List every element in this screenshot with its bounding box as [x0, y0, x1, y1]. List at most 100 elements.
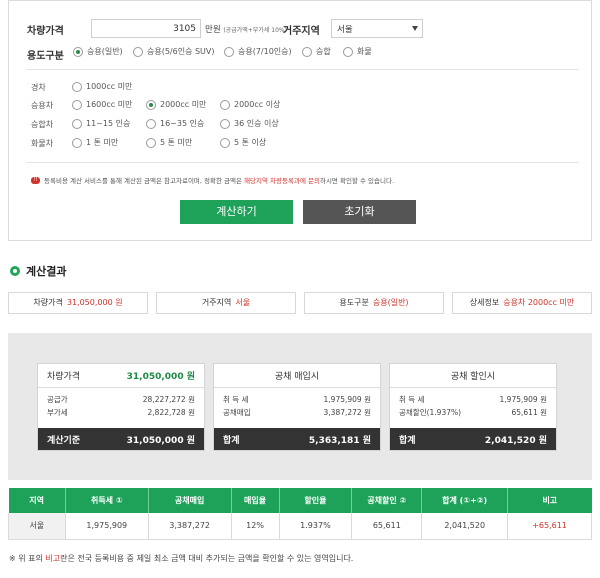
card-head-label: 공채 할인시	[450, 372, 496, 382]
card-head: 공채 할인시	[390, 364, 556, 388]
reset-button[interactable]: 초기화	[303, 200, 416, 224]
ring-icon	[10, 266, 20, 276]
radio-option[interactable]: 1 톤 미만	[72, 137, 118, 148]
result-cards-panel: 차량가격 31,050,000 원 공급가 28,227,272 원 부가세 2,8…	[8, 333, 592, 480]
summary-label: 거주지역	[201, 298, 232, 307]
radio-label: 2000cc 미만	[160, 100, 207, 109]
price-unit: 만원 (공급가액+부가세 10%)	[205, 23, 287, 35]
card-vehicle-price: 차량가격 31,050,000 원 공급가 28,227,272 원 부가세 2,8…	[37, 363, 205, 451]
card-head: 차량가격 31,050,000 원	[38, 364, 204, 388]
footnote-text-b: 란은 전국 등록비용 중 제일 최소 금액 대비 추가되는 금액을 확인할 수 …	[60, 554, 354, 563]
card-row: 공채할인(1.937%) 65,611 원	[390, 406, 556, 419]
card-foot: 합계 5,363,181 원	[214, 428, 380, 450]
calculate-button[interactable]: 계산하기	[180, 200, 293, 224]
radio-option[interactable]: 5 톤 이상	[220, 137, 266, 148]
region-select[interactable]: 서울	[331, 19, 423, 38]
summary-value: 승용(일반)	[372, 298, 409, 307]
table-cell: 2,041,520	[421, 513, 508, 540]
radio-option[interactable]: 16~35 인승	[146, 118, 204, 129]
row-value: 3,387,272 원	[323, 408, 371, 417]
notice-badge-icon: !!	[31, 176, 40, 184]
table-cell: 12%	[230, 513, 279, 540]
radio-label: 11~15 인승	[86, 119, 131, 128]
radio-label: 1600cc 미만	[86, 100, 133, 109]
table-cell: +65,611	[507, 513, 592, 540]
foot-value: 5,363,181 원	[308, 435, 371, 446]
foot-label: 합계	[399, 435, 416, 446]
radio-circle-icon	[133, 46, 143, 57]
radio-label: 5 톤 이상	[234, 138, 267, 147]
summary-detail: 상세정보 승용차 2000cc 미만	[452, 292, 592, 314]
price-input[interactable]	[91, 19, 201, 38]
radio-circle-icon	[146, 118, 156, 129]
card-head-value: 31,050,000 원	[126, 372, 195, 382]
region-value: 서울	[337, 25, 353, 35]
table-row: 서울 1,975,909 3,387,272 12% 1.937% 65,611 2,041…	[8, 513, 592, 540]
radio-option[interactable]: 2000cc 미만	[146, 99, 206, 110]
footnote: ※ 위 표의 비고란은 전국 등록비용 중 제일 최소 금액 대비 추가되는 금…	[9, 553, 353, 564]
usage-label: 용도구분	[27, 51, 64, 62]
radio-label: 16~35 인승	[160, 119, 205, 128]
sub-group-label: 화물차	[31, 139, 54, 148]
card-head-label: 공채 매입시	[274, 372, 320, 382]
table-header-cell: 취득세 ①	[64, 488, 149, 513]
radio-circle-icon	[302, 46, 312, 57]
radio-circle-icon	[146, 137, 156, 148]
table-header-cell: 지역	[8, 488, 66, 513]
radio-option[interactable]: 36 인승 이상	[220, 118, 279, 129]
radio-option[interactable]: 5 톤 미만	[146, 137, 192, 148]
region-label: 거주지역	[283, 26, 320, 37]
summary-value: 31,050,000 원	[66, 298, 123, 307]
card-bond-discount: 공채 할인시 취 득 세 1,975,909 원 공채할인(1.937%) 65,6…	[389, 363, 557, 451]
notice-text-a: 등록비용 계산 서비스를 통해 계산된 금액은 참고자료이며, 정확한 금액은	[44, 177, 245, 185]
card-row: 공채매입 3,387,272 원	[214, 406, 380, 419]
table-header-cell: 공채매입	[147, 488, 232, 513]
card-body: 공급가 28,227,272 원 부가세 2,822,728 원	[38, 388, 204, 430]
radio-label: 1 톤 미만	[86, 138, 119, 147]
radio-label: 승합	[316, 47, 331, 56]
radio-label: 2000cc 이상	[234, 100, 281, 109]
radio-option[interactable]: 1600cc 미만	[72, 99, 132, 110]
table-cell: 3,387,272	[147, 513, 232, 540]
price-region-row: 차량가격 만원 (공급가액+부가세 10%) 거주지역 서울	[27, 19, 587, 39]
radio-option[interactable]: 화물	[343, 46, 372, 57]
card-head: 공채 매입시	[214, 364, 380, 388]
summary-value: 승용차 2000cc 미만	[503, 298, 575, 307]
radio-option[interactable]: 2000cc 이상	[220, 99, 280, 110]
foot-value: 31,050,000 원	[126, 435, 195, 446]
notice: !! 등록비용 계산 서비스를 통해 계산된 금액은 참고자료이며, 정확한 금…	[31, 175, 394, 185]
card-foot: 계산기준 31,050,000 원	[38, 428, 204, 450]
radio-option[interactable]: 11~15 인승	[72, 118, 130, 129]
foot-label: 합계	[223, 435, 240, 446]
table-header-row: 지역 취득세 ① 공채매입 매입율 할인율 공채할인 ② 합계 (①+②) 비고	[8, 488, 592, 513]
summary-usage: 용도구분 승용(일반)	[304, 292, 444, 314]
radio-label: 승용(7/10인승)	[238, 47, 292, 56]
footnote-text-a: ※ 위 표의	[9, 554, 46, 563]
radio-circle-icon	[146, 99, 156, 110]
price-label: 차량가격	[27, 26, 64, 37]
radio-option[interactable]: 승용(일반)	[73, 46, 123, 57]
radio-option[interactable]: 승용(7/10인승)	[224, 46, 292, 57]
summary-label: 용도구분	[339, 298, 369, 307]
notice-link[interactable]: 해당지역 차량등록과에 문의	[244, 177, 320, 185]
radio-option[interactable]: 1000cc 미만	[72, 81, 132, 92]
summary-region: 거주지역 서울	[156, 292, 296, 314]
calculator-form: 차량가격 만원 (공급가액+부가세 10%) 거주지역 서울 용도구분 승용(일…	[8, 0, 592, 241]
summary-price: 차량가격 31,050,000 원	[8, 292, 148, 314]
radio-option[interactable]: 승용(5/6인승 SUV)	[133, 46, 215, 57]
row-label: 부가세	[47, 408, 68, 417]
radio-label: 화물	[357, 47, 372, 56]
table-cell: 1.937%	[278, 513, 352, 540]
radio-circle-icon	[72, 99, 82, 110]
radio-label: 5 톤 미만	[160, 138, 193, 147]
card-row: 부가세 2,822,728 원	[38, 406, 204, 419]
summary-value: 서울	[235, 298, 251, 307]
row-value: 2,822,728 원	[147, 408, 195, 417]
row-label: 공채할인(1.937%)	[399, 408, 462, 417]
card-row: 취 득 세 1,975,909 원	[214, 393, 380, 406]
row-label: 취 득 세	[399, 395, 425, 404]
radio-option[interactable]: 승합	[302, 46, 331, 57]
notice-text-b: 하시면 확인할 수 있습니다.	[319, 177, 395, 185]
table-cell: 65,611	[351, 513, 422, 540]
radio-label: 1000cc 미만	[86, 82, 133, 91]
